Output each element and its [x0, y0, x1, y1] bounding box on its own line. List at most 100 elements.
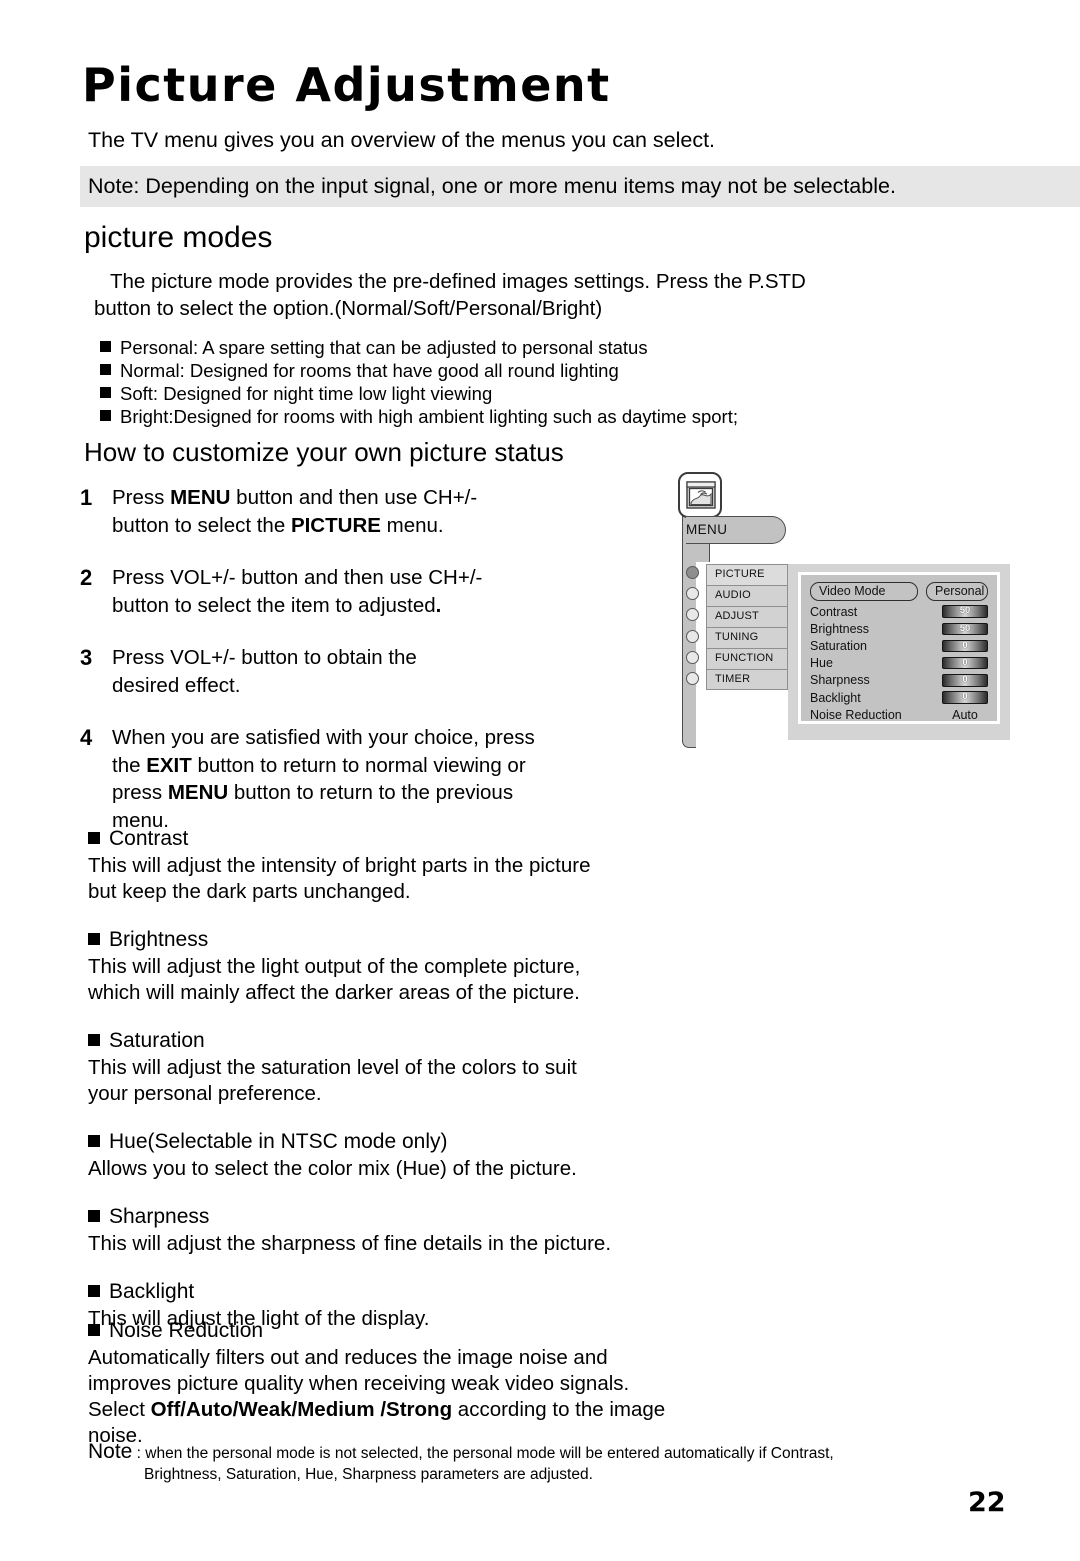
step-number: 2	[80, 565, 93, 590]
osd-radio-audio[interactable]	[686, 587, 699, 601]
osd-setting-label: Contrast	[810, 604, 858, 619]
osd-menu-item-timer[interactable]: TIMER	[706, 669, 788, 690]
osd-menu-item-function[interactable]: FUNCTION	[706, 648, 788, 669]
definition-term: Contrast	[109, 827, 189, 850]
step-text: Press MENU button and then use CH+/- butt…	[112, 486, 478, 537]
osd-radio-picture[interactable]	[686, 566, 699, 579]
picture-modes-paragraph-line1: The picture mode provides the pre-define…	[110, 270, 806, 293]
steps-list: 1 Press MENU button and then use CH+/- but…	[78, 484, 668, 859]
osd-setting-row[interactable]: Noise Reduction Auto	[810, 706, 988, 723]
definition-item: Sharpness This will adjust the sharpness …	[88, 1204, 708, 1257]
osd-setting-label: Noise Reduction	[810, 707, 902, 722]
picture-mode-item-label: Soft: Designed for night time low light …	[120, 383, 493, 404]
picture-mode-item-label: Personal: A spare setting that can be ad…	[120, 337, 648, 358]
osd-setting-label: Backlight	[810, 690, 861, 705]
bullet-square-icon	[88, 1285, 100, 1297]
noise-reduction-line1: Automatically filters out and reduces th…	[88, 1346, 608, 1369]
step-item: 1 Press MENU button and then use CH+/- but…	[78, 484, 668, 539]
definition-term-row: Sharpness	[88, 1204, 708, 1230]
definition-term-row: Saturation	[88, 1028, 708, 1054]
definition-item: Brightness This will adjust the light out…	[88, 927, 708, 1006]
bullet-square-icon	[88, 832, 100, 844]
noise-reduction-options: Off/Auto/Weak/Medium /Strong	[150, 1398, 453, 1421]
osd-menu-tab-label: MENU	[686, 522, 728, 537]
page-number: 22	[968, 1487, 1006, 1518]
noise-reduction-block: Noise Reduction Automatically filters ou…	[88, 1318, 788, 1449]
picture-modes-paragraph: The picture mode provides the pre-define…	[94, 268, 934, 322]
note-band-text: Note: Depending on the input signal, one…	[88, 174, 896, 198]
osd-menu-item-adjust[interactable]: ADJUST	[706, 606, 788, 627]
osd-setting-label: Saturation	[810, 638, 867, 653]
osd-settings-rows: Contrast 50 Brightness 50 Saturation 0 Hue 0 Sha…	[810, 603, 988, 723]
osd-setting-row[interactable]: Contrast 50	[810, 603, 988, 620]
osd-video-mode-row[interactable]: Video Mode Personal	[810, 582, 988, 601]
definition-body-line: This will adjust the saturation level of…	[88, 1056, 577, 1079]
osd-settings-panel-inner: Video Mode Personal Contrast 50 Brightness…	[798, 572, 1000, 724]
osd-menu-item-audio[interactable]: AUDIO	[706, 585, 788, 606]
osd-setting-row[interactable]: Sharpness 0	[810, 672, 988, 689]
osd-setting-label: Hue	[810, 656, 833, 671]
definition-item: Contrast This will adjust the intensity o…	[88, 826, 708, 905]
osd-video-mode-label[interactable]: Video Mode	[810, 582, 918, 601]
noise-reduction-line3-prefix: Select	[88, 1398, 151, 1421]
bullet-square-icon	[88, 1135, 100, 1147]
osd-menu-diagram: MENU PICTURE AUDIO ADJUST TUNING FUNCTION TIM…	[672, 466, 1012, 756]
bullet-square-icon	[88, 1324, 100, 1336]
definition-body: This will adjust the sharpness of fine d…	[88, 1231, 708, 1257]
bullet-square-icon	[88, 1034, 100, 1046]
noise-reduction-line2: improves picture quality when receiving …	[88, 1372, 630, 1395]
osd-radio-function[interactable]	[686, 650, 699, 664]
definition-body: This will adjust the intensity of bright…	[88, 853, 708, 905]
bullet-square-icon	[100, 387, 111, 398]
osd-setting-value-badge[interactable]: 0	[942, 674, 988, 687]
step-text: Press VOL+/- button to obtain the desired…	[112, 646, 417, 697]
picture-mode-item: Soft: Designed for night time low light …	[100, 382, 980, 405]
definition-term-row: Contrast	[88, 826, 708, 852]
osd-setting-row[interactable]: Backlight 0	[810, 689, 988, 706]
osd-setting-row[interactable]: Saturation 0	[810, 637, 988, 654]
definition-body-line: your personal preference.	[88, 1082, 322, 1105]
noise-reduction-line3: Select Off/Auto/Weak/Medium /Strong acco…	[88, 1397, 788, 1423]
osd-setting-row[interactable]: Hue 0	[810, 655, 988, 672]
step-number: 4	[80, 725, 93, 750]
noise-reduction-term-row: Noise Reduction	[88, 1318, 788, 1344]
definition-body-line: but keep the dark parts unchanged.	[88, 880, 411, 903]
definition-body: This will adjust the light output of the…	[88, 954, 708, 1006]
osd-setting-value-badge[interactable]: 50	[942, 605, 988, 618]
step-number: 1	[80, 485, 93, 510]
definition-term: Backlight	[109, 1280, 195, 1303]
osd-setting-value-badge[interactable]: 0	[942, 656, 988, 670]
osd-radio-tuning[interactable]	[686, 629, 699, 643]
final-note: Note : when the personal mode is not sel…	[88, 1441, 1048, 1485]
definition-term: Saturation	[109, 1029, 205, 1052]
osd-setting-value-badge[interactable]: 0	[942, 639, 988, 653]
definition-body: This will adjust the saturation level of…	[88, 1055, 708, 1107]
picture-mode-item-label: Normal: Designed for rooms that have goo…	[120, 360, 619, 381]
osd-video-mode-value[interactable]: Personal	[926, 582, 988, 601]
osd-setting-value-badge[interactable]: 0	[942, 691, 988, 704]
step-text: When you are satisfied with your choice,…	[112, 726, 535, 832]
definitions-list: Contrast This will adjust the intensity o…	[88, 826, 708, 1354]
definition-item: Hue(Selectable in NTSC mode only) Allows …	[88, 1129, 708, 1182]
osd-setting-label: Sharpness	[810, 673, 870, 688]
definition-term: Sharpness	[109, 1205, 210, 1228]
definition-term-row: Brightness	[88, 927, 708, 953]
osd-menu-item-tuning[interactable]: TUNING	[706, 627, 788, 648]
osd-menu-item-list: PICTURE AUDIO ADJUST TUNING FUNCTION TIMER	[706, 564, 788, 690]
osd-setting-row[interactable]: Brightness 50	[810, 620, 988, 637]
definition-body-line: Allows you to select the color mix (Hue)…	[88, 1157, 577, 1180]
osd-radio-adjust[interactable]	[686, 608, 699, 622]
customize-heading: How to customize your own picture status	[84, 437, 564, 467]
final-note-line2: Brightness, Saturation, Hue, Sharpness p…	[144, 1466, 593, 1483]
note-band: Note: Depending on the input signal, one…	[80, 166, 1080, 207]
noise-reduction-line3-suffix: according to the image	[452, 1398, 666, 1421]
step-item: 3 Press VOL+/- button to obtain the desire…	[78, 644, 668, 699]
bullet-square-icon	[88, 1210, 100, 1222]
picture-modes-heading: picture modes	[84, 221, 273, 254]
step-item: 2 Press VOL+/- button and then use CH+/- b…	[78, 564, 668, 619]
picture-modes-paragraph-line2: button to select the option.(Normal/Soft…	[94, 297, 603, 320]
osd-menu-item-picture[interactable]: PICTURE	[706, 564, 788, 585]
osd-setting-value-badge[interactable]: 50	[942, 622, 988, 636]
step-item: 4 When you are satisfied with your choice…	[78, 724, 668, 834]
osd-radio-timer[interactable]	[686, 671, 699, 685]
